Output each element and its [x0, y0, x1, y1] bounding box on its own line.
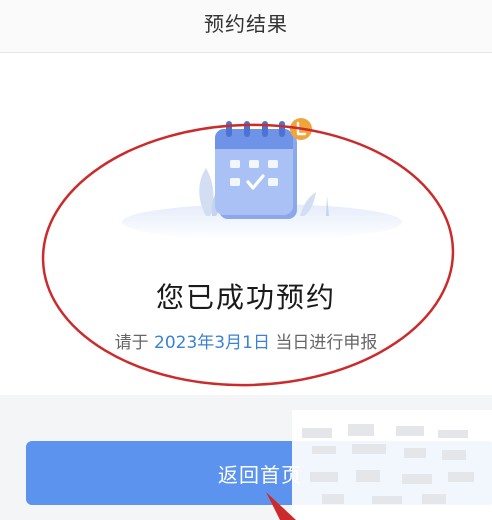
- success-title: 您已成功预约: [155, 281, 336, 314]
- notification-badge-icon: [290, 118, 312, 140]
- appointment-description: 请于 2023年3月1日 当日进行申报: [0, 328, 492, 353]
- calendar-check-icon: [215, 121, 297, 219]
- appointment-date: 2023年3月1日: [154, 333, 270, 353]
- desc-suffix: 当日进行申报: [275, 333, 378, 353]
- mosaic-watermark: [292, 410, 492, 520]
- desc-prefix: 请于: [114, 333, 149, 353]
